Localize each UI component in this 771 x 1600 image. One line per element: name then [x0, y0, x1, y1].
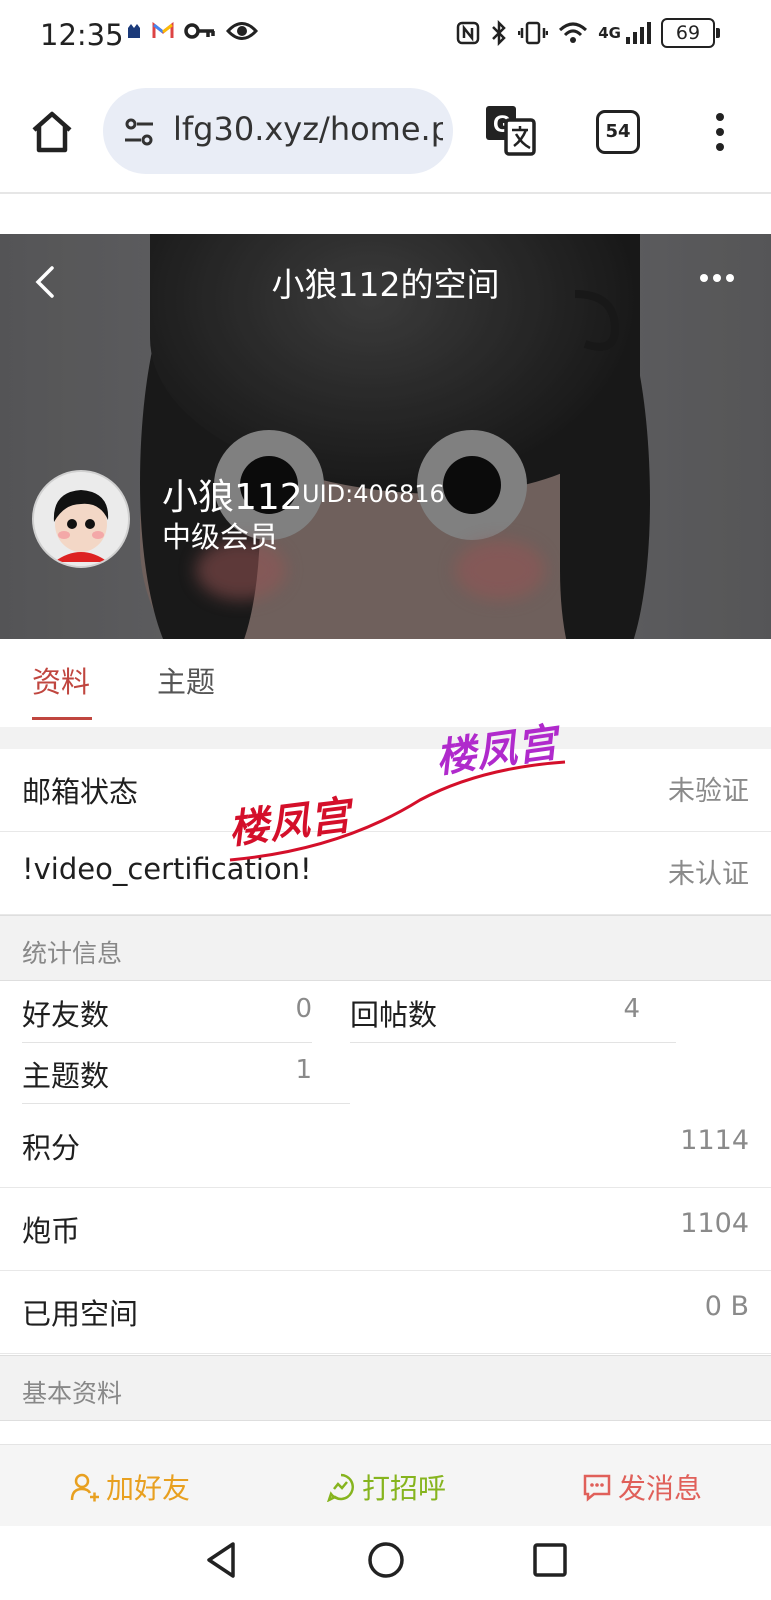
row-value: 1104: [680, 1208, 749, 1239]
chat-bubble-icon: [327, 1473, 354, 1502]
bluetooth-icon: [492, 20, 507, 46]
list-item-space-used: 已用空间 0 B: [0, 1271, 771, 1354]
stat-label: 好友数: [22, 998, 110, 1032]
row-value: 0 B: [704, 1291, 749, 1322]
tab-switcher-button[interactable]: 54: [596, 110, 640, 154]
section-title: 基本资料: [22, 1379, 123, 1408]
system-nav-bar: [0, 1526, 771, 1600]
message-icon: [583, 1474, 611, 1502]
gmail-icon: [152, 22, 174, 38]
key-icon: [184, 23, 215, 39]
url-text[interactable]: lfg30.xyz/home.p: [173, 110, 443, 148]
stat-value: 4: [623, 994, 640, 1024]
section-title: 统计信息: [22, 939, 123, 968]
section-header-basic: 基本资料: [0, 1355, 771, 1421]
network-type: 4G: [598, 24, 621, 42]
stat-friends: 好友数 0: [22, 982, 312, 1043]
notification-icons: [126, 20, 258, 42]
stat-value: 0: [295, 994, 312, 1024]
add-user-icon: [70, 1473, 99, 1502]
avatar-image: [34, 472, 128, 566]
greet-button[interactable]: 打招呼: [326, 1467, 446, 1507]
browser-toolbar: lfg30.xyz/home.p G 54: [0, 72, 771, 194]
stat-value: 1: [295, 1055, 312, 1085]
more-options-icon[interactable]: [700, 274, 734, 282]
row-label: 积分: [22, 1131, 81, 1165]
eye-icon: [226, 22, 258, 40]
status-bar: 12:35 4G 69: [0, 0, 771, 72]
tab-threads[interactable]: 主题: [157, 659, 215, 701]
avatar[interactable]: [32, 470, 130, 568]
app-icon: [128, 24, 140, 38]
stat-label: 回帖数: [350, 998, 438, 1032]
profile-tabs: 资料 主题: [0, 639, 771, 727]
user-id: UID:406816: [302, 480, 445, 508]
stat-threads: 主题数 1: [22, 1043, 350, 1104]
nav-home-icon[interactable]: [366, 1540, 406, 1580]
home-icon[interactable]: [28, 108, 76, 156]
add-friend-label: 加好友: [106, 1472, 191, 1505]
profile-action-bar: 加好友 打招呼 发消息: [0, 1444, 771, 1527]
greet-label: 打招呼: [362, 1472, 447, 1505]
nav-recents-icon[interactable]: [531, 1541, 569, 1579]
wifi-icon: [559, 22, 588, 43]
section-header-stats: 统计信息: [0, 915, 771, 981]
battery-level: 69: [675, 22, 701, 44]
row-label: 已用空间: [22, 1297, 139, 1331]
site-settings-icon[interactable]: [121, 114, 157, 150]
page-title: 小狼112的空间: [271, 265, 500, 304]
browser-menu-icon[interactable]: [712, 108, 728, 156]
row-value: 1114: [680, 1125, 749, 1156]
user-level: 中级会员: [162, 520, 279, 554]
translate-icon[interactable]: G: [484, 104, 536, 156]
nav-back-icon[interactable]: [203, 1540, 239, 1580]
nfc-icon: [457, 21, 480, 45]
row-label: 邮箱状态: [22, 775, 139, 809]
list-item-coins: 炮币 1104: [0, 1188, 771, 1271]
row-label: 炮币: [22, 1214, 81, 1248]
address-bar[interactable]: lfg30.xyz/home.p: [103, 88, 453, 174]
send-message-label: 发消息: [618, 1472, 703, 1505]
add-friend-button[interactable]: 加好友: [70, 1467, 190, 1507]
active-tab-indicator: [32, 717, 92, 720]
list-item-points: 积分 1114: [0, 1105, 771, 1188]
tab-profile[interactable]: 资料: [32, 659, 90, 701]
stat-label: 主题数: [22, 1059, 110, 1093]
profile-banner: 小狼112的空间 小狼112 UID:406816 中级会员: [0, 234, 771, 639]
system-icons: 4G 69: [456, 18, 720, 48]
battery-icon: 69: [661, 18, 720, 48]
status-time: 12:35: [40, 18, 124, 52]
row-value: 未验证: [668, 776, 749, 807]
row-value: 未认证: [668, 859, 749, 890]
username: 小狼112: [162, 477, 303, 518]
stat-replies: 回帖数 4: [350, 982, 676, 1043]
vibrate-icon: [518, 21, 549, 45]
send-message-button[interactable]: 发消息: [582, 1467, 702, 1507]
signal-icon: [626, 22, 651, 44]
